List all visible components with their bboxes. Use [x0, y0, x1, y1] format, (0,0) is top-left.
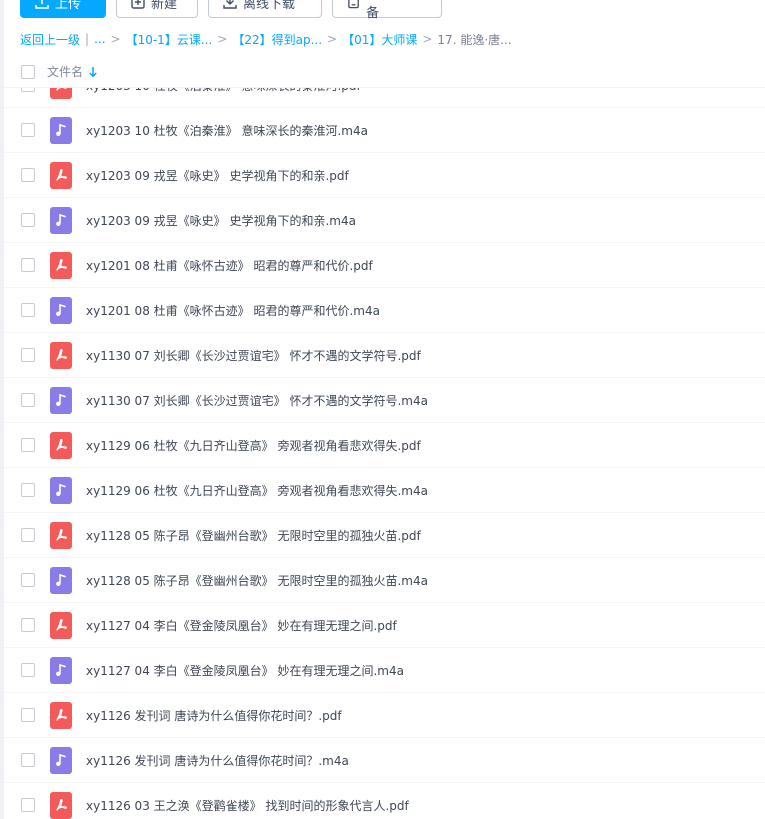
file-row[interactable]: xy1128 05 陈子昂《登幽州台歌》 无限时空里的孤独火苗.m4a	[4, 558, 765, 603]
file-list: xy1203 10 杜牧《泊秦淮》 意味深长的秦淮河.pdfxy1203 10 …	[4, 63, 765, 819]
file-row[interactable]: xy1201 08 杜甫《咏怀古迹》 昭君的尊严和代价.pdf	[4, 243, 765, 288]
breadcrumb-item-3[interactable]: 【01】大师课	[342, 31, 417, 48]
column-header-filename[interactable]: 文件名	[47, 63, 83, 80]
toolbar: 上传 新建 离线下载 推送到设备	[20, 0, 442, 21]
offline-download-label: 离线下载	[243, 0, 296, 12]
file-checkbox[interactable]	[21, 123, 35, 137]
file-checkbox[interactable]	[21, 168, 35, 182]
file-checkbox[interactable]	[21, 483, 35, 497]
upload-label: 上传	[55, 0, 82, 12]
file-checkbox[interactable]	[21, 663, 35, 677]
breadcrumb-separator: >	[422, 32, 433, 46]
arrow-down-icon[interactable]	[88, 66, 98, 78]
file-name[interactable]: xy1203 10 杜牧《泊秦淮》 意味深长的秦淮河.m4a	[86, 122, 368, 139]
file-name[interactable]: xy1201 08 杜甫《咏怀古迹》 昭君的尊严和代价.m4a	[86, 302, 380, 319]
breadcrumb-separator: >	[217, 32, 228, 46]
pdf-file-icon	[50, 431, 72, 459]
file-checkbox[interactable]	[21, 798, 35, 812]
breadcrumb: 返回上一级 | ... > 【10-1】云课... > 【22】得到ap... …	[20, 31, 512, 47]
file-row[interactable]: xy1126 发刊词 唐诗为什么值得你花时间？.pdf	[4, 693, 765, 738]
select-all-checkbox[interactable]	[21, 64, 35, 79]
file-row[interactable]: xy1130 07 刘长卿《长沙过贾谊宅》 怀才不遇的文学符号.m4a	[4, 378, 765, 423]
file-row[interactable]: xy1203 09 戎昱《咏史》 史学视角下的和亲.pdf	[4, 153, 765, 198]
audio-file-icon	[50, 566, 72, 594]
file-name[interactable]: xy1128 05 陈子昂《登幽州台歌》 无限时空里的孤独火苗.pdf	[86, 527, 421, 544]
pdf-file-icon	[50, 341, 72, 369]
push-to-device-button[interactable]: 推送到设备	[332, 0, 442, 21]
file-row[interactable]: xy1130 07 刘长卿《长沙过贾谊宅》 怀才不遇的文学符号.pdf	[4, 333, 765, 378]
pdf-file-icon	[50, 251, 72, 279]
file-row[interactable]: xy1126 03 王之涣《登鹳雀楼》 找到时间的形象代言人.pdf	[4, 783, 765, 819]
file-row[interactable]: xy1128 05 陈子昂《登幽州台歌》 无限时空里的孤独火苗.pdf	[4, 513, 765, 558]
file-name[interactable]: xy1203 09 戎昱《咏史》 史学视角下的和亲.m4a	[86, 212, 356, 229]
breadcrumb-current: 17. 能逸·唐...	[437, 32, 512, 47]
new-folder-icon	[131, 0, 145, 9]
file-name[interactable]: xy1127 04 李白《登金陵凤凰台》 妙在有理无理之间.m4a	[86, 662, 404, 679]
file-row[interactable]: xy1129 06 杜牧《九日齐山登高》 旁观者视角看悲欢得失.m4a	[4, 468, 765, 513]
file-name[interactable]: xy1126 发刊词 唐诗为什么值得你花时间？.pdf	[86, 707, 342, 724]
file-row[interactable]: xy1126 发刊词 唐诗为什么值得你花时间？.m4a	[4, 738, 765, 783]
breadcrumb-separator: |	[85, 32, 90, 46]
file-checkbox[interactable]	[21, 258, 35, 272]
file-manager: xy1203 10 杜牧《泊秦淮》 意味深长的秦淮河.pdfxy1203 10 …	[0, 0, 765, 819]
file-name[interactable]: xy1130 07 刘长卿《长沙过贾谊宅》 怀才不遇的文学符号.pdf	[86, 347, 421, 364]
list-header: 文件名	[4, 56, 765, 88]
new-label: 新建	[151, 0, 178, 12]
audio-file-icon	[50, 386, 72, 414]
file-name[interactable]: xy1128 05 陈子昂《登幽州台歌》 无限时空里的孤独火苗.m4a	[86, 572, 428, 589]
pdf-file-icon	[50, 521, 72, 549]
file-row[interactable]: xy1201 08 杜甫《咏怀古迹》 昭君的尊严和代价.m4a	[4, 288, 765, 333]
file-checkbox[interactable]	[21, 438, 35, 452]
file-name[interactable]: xy1130 07 刘长卿《长沙过贾谊宅》 怀才不遇的文学符号.m4a	[86, 392, 428, 409]
file-checkbox[interactable]	[21, 348, 35, 362]
file-checkbox[interactable]	[21, 708, 35, 722]
pdf-file-icon	[50, 161, 72, 189]
file-row[interactable]: xy1203 09 戎昱《咏史》 史学视角下的和亲.m4a	[4, 198, 765, 243]
file-row[interactable]: xy1127 04 李白《登金陵凤凰台》 妙在有理无理之间.pdf	[4, 603, 765, 648]
file-checkbox[interactable]	[21, 753, 35, 767]
audio-file-icon	[50, 656, 72, 684]
offline-download-button[interactable]: 离线下载	[208, 0, 322, 18]
file-row[interactable]: xy1127 04 李白《登金陵凤凰台》 妙在有理无理之间.m4a	[4, 648, 765, 693]
file-name[interactable]: xy1129 06 杜牧《九日齐山登高》 旁观者视角看悲欢得失.m4a	[86, 482, 428, 499]
file-checkbox[interactable]	[21, 618, 35, 632]
file-name[interactable]: xy1126 发刊词 唐诗为什么值得你花时间？.m4a	[86, 752, 349, 769]
file-checkbox[interactable]	[21, 573, 35, 587]
breadcrumb-item-2[interactable]: 【22】得到ap...	[232, 31, 322, 48]
audio-file-icon	[50, 206, 72, 234]
upload-button[interactable]: 上传	[20, 0, 106, 18]
audio-file-icon	[50, 476, 72, 504]
file-name[interactable]: xy1127 04 李白《登金陵凤凰台》 妙在有理无理之间.pdf	[86, 617, 397, 634]
download-icon	[223, 0, 237, 9]
new-button[interactable]: 新建	[116, 0, 198, 18]
file-checkbox[interactable]	[21, 393, 35, 407]
audio-file-icon	[50, 116, 72, 144]
audio-file-icon	[50, 746, 72, 774]
file-name[interactable]: xy1201 08 杜甫《咏怀古迹》 昭君的尊严和代价.pdf	[86, 257, 373, 274]
audio-file-icon	[50, 296, 72, 324]
file-checkbox[interactable]	[21, 213, 35, 227]
file-checkbox[interactable]	[21, 303, 35, 317]
breadcrumb-separator: >	[327, 32, 338, 46]
pdf-file-icon	[50, 611, 72, 639]
file-row[interactable]: xy1203 10 杜牧《泊秦淮》 意味深长的秦淮河.m4a	[4, 108, 765, 153]
upload-icon	[35, 0, 49, 9]
file-checkbox[interactable]	[21, 528, 35, 542]
file-name[interactable]: xy1129 06 杜牧《九日齐山登高》 旁观者视角看悲欢得失.pdf	[86, 437, 421, 454]
device-icon	[348, 0, 359, 9]
pdf-file-icon	[50, 701, 72, 729]
pdf-file-icon	[50, 791, 72, 819]
file-row[interactable]: xy1129 06 杜牧《九日齐山登高》 旁观者视角看悲欢得失.pdf	[4, 423, 765, 468]
breadcrumb-ellipsis[interactable]: ...	[94, 32, 105, 46]
file-name[interactable]: xy1203 09 戎昱《咏史》 史学视角下的和亲.pdf	[86, 167, 349, 184]
push-to-device-label: 推送到设备	[366, 0, 418, 21]
file-name[interactable]: xy1126 03 王之涣《登鹳雀楼》 找到时间的形象代言人.pdf	[86, 797, 409, 814]
breadcrumb-item-1[interactable]: 【10-1】云课...	[126, 31, 213, 48]
breadcrumb-back-link[interactable]: 返回上一级	[20, 31, 80, 48]
breadcrumb-separator: >	[110, 32, 121, 46]
